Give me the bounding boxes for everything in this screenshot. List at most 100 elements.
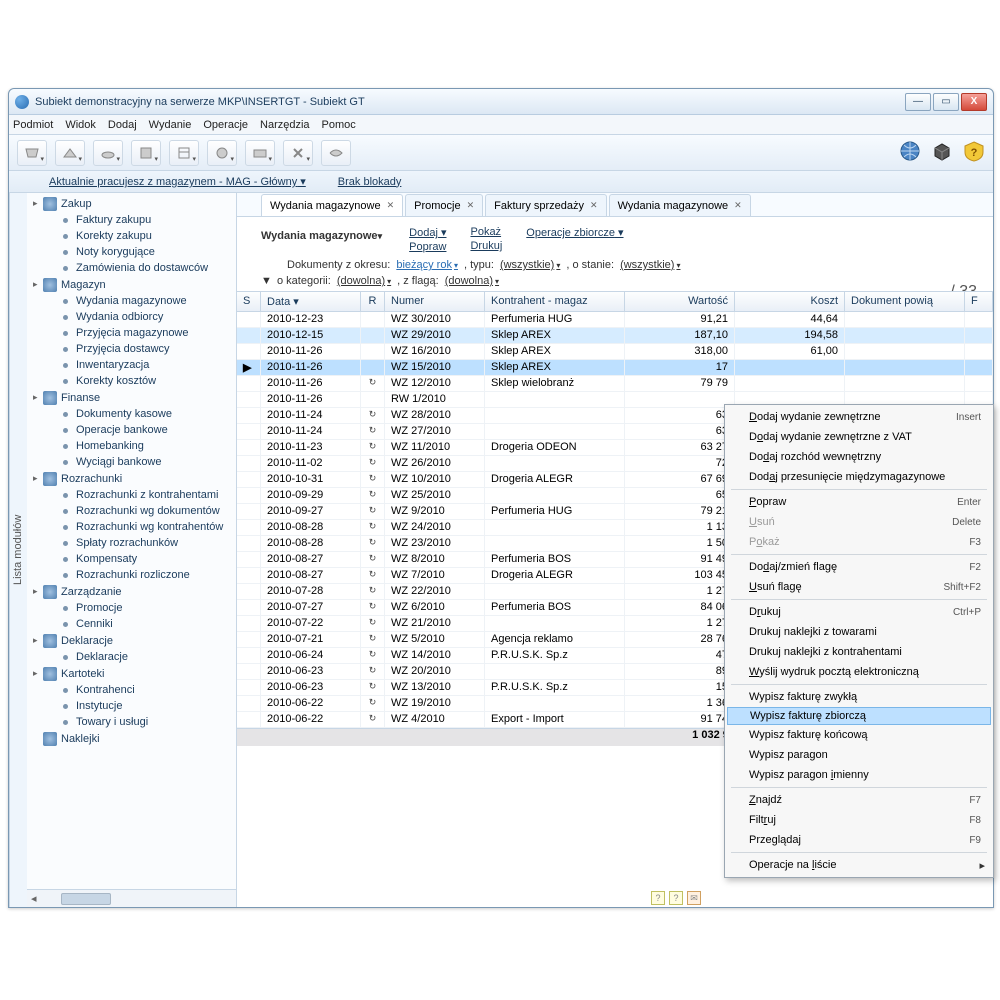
context-menu-item[interactable]: Dodaj wydanie zewnętrzneInsert [727,407,991,427]
context-menu-item[interactable]: DrukujCtrl+P [727,602,991,622]
context-menu-item[interactable]: Wypisz paragon [727,745,991,765]
tab-close-icon[interactable]: ✕ [387,200,395,211]
tree-item[interactable]: Rozrachunki z kontrahentami [29,487,236,503]
tree-item[interactable]: Promocje [29,600,236,616]
tab[interactable]: Faktury sprzedaży✕ [485,194,606,216]
status-icon-3[interactable]: ✉ [687,891,701,905]
menu-wydanie[interactable]: Wydanie [149,119,192,131]
menu-widok[interactable]: Widok [65,119,96,131]
tree-group[interactable]: ▸Rozrachunki [29,470,236,487]
status-icon-2[interactable]: ? [669,891,683,905]
toolbar-btn-5[interactable]: ▾ [169,140,199,166]
tree-item[interactable]: Noty korygujące [29,244,236,260]
tree-item[interactable]: Dokumenty kasowe [29,406,236,422]
tree-group[interactable]: ▸Kartoteki [29,665,236,682]
tree-item[interactable]: Wydania magazynowe [29,293,236,309]
tree-group[interactable]: ▸Finanse [29,389,236,406]
warehouse-link[interactable]: Aktualnie pracujesz z magazynem - MAG - … [49,175,306,188]
table-row[interactable]: 2010-12-15WZ 29/2010Sklep AREX187,10194,… [237,328,993,344]
status-icon-1[interactable]: ? [651,891,665,905]
cmd-popraw[interactable]: Popraw [409,241,446,253]
tree-item[interactable]: Cenniki [29,616,236,632]
tree-item[interactable]: Inwentaryzacja [29,357,236,373]
toolbar-btn-4[interactable]: ▾ [131,140,161,166]
toolbar-btn-6[interactable]: ▾ [207,140,237,166]
toolbar-btn-2[interactable]: ▾ [55,140,85,166]
tab[interactable]: Wydania magazynowe✕ [261,194,403,216]
context-menu-item[interactable]: Wyślij wydruk pocztą elektroniczną [727,662,991,682]
lock-link[interactable]: Brak blokady [338,176,402,188]
tab-close-icon[interactable]: ✕ [467,200,475,211]
context-menu-item[interactable]: Wypisz fakturę końcową [727,725,991,745]
menu-operacje[interactable]: Operacje [203,119,248,131]
tree-item[interactable]: Operacje bankowe [29,422,236,438]
tree-item[interactable]: Rozrachunki wg kontrahentów [29,519,236,535]
toolbar-btn-8[interactable]: ▾ [283,140,313,166]
tree-item[interactable]: Rozrachunki wg dokumentów [29,503,236,519]
tab-close-icon[interactable]: ✕ [734,200,742,211]
table-row[interactable]: 2010-11-26WZ 16/2010Sklep AREX318,0061,0… [237,344,993,360]
cmd-drukuj[interactable]: Drukuj [470,240,502,252]
tree-item[interactable]: Przyjęcia magazynowe [29,325,236,341]
menu-podmiot[interactable]: Podmiot [13,119,53,131]
context-menu-item[interactable]: Drukuj naklejki z towarami [727,622,991,642]
column-header[interactable]: S [237,292,261,311]
tree-item[interactable]: Faktury zakupu [29,212,236,228]
context-menu-item[interactable]: Drukuj naklejki z kontrahentami [727,642,991,662]
tab-close-icon[interactable]: ✕ [590,200,598,211]
toolbar-btn-3[interactable]: ▾ [93,140,123,166]
column-header[interactable]: Dokument powią [845,292,965,311]
tree-item[interactable]: Rozrachunki rozliczone [29,567,236,583]
context-menu-item[interactable]: Wypisz fakturę zwykłą [727,687,991,707]
help-icon[interactable]: ? [963,140,985,165]
context-menu[interactable]: Dodaj wydanie zewnętrzneInsertDodaj wyda… [724,404,994,878]
menu-narzędzia[interactable]: Narzędzia [260,119,310,131]
table-row[interactable]: ▶2010-11-26WZ 15/2010Sklep AREX17 [237,360,993,376]
table-row[interactable]: 2010-12-23WZ 30/2010Perfumeria HUG91,214… [237,312,993,328]
context-menu-item[interactable]: FiltrujF8 [727,810,991,830]
context-menu-item[interactable]: Dodaj/zmień flagęF2 [727,557,991,577]
tree-item[interactable]: Przyjęcia dostawcy [29,341,236,357]
toolbar-btn-9[interactable] [321,140,351,166]
tree-item[interactable]: Korekty kosztów [29,373,236,389]
tree-item[interactable]: Instytucje [29,698,236,714]
menu-pomoc[interactable]: Pomoc [322,119,356,131]
tree-item[interactable]: Kompensaty [29,551,236,567]
context-menu-item[interactable]: Wypisz fakturę zbiorczą [727,707,991,725]
maximize-button[interactable]: ▭ [933,93,959,111]
globe-icon[interactable] [899,140,921,165]
cmd-pokaz[interactable]: Pokaż [470,226,502,238]
side-tab-modules[interactable]: Lista modułów [9,193,27,907]
tree-group[interactable]: ▸Deklaracje [29,632,236,649]
grid-header[interactable]: SData ▾RNumerKontrahent - magazWartośćKo… [237,292,993,312]
column-header[interactable]: Wartość [625,292,735,311]
context-menu-item[interactable]: PrzeglądajF9 [727,830,991,850]
column-header[interactable]: Data ▾ [261,292,361,311]
tree-group[interactable]: ▸Zakup [29,195,236,212]
context-menu-item[interactable]: Dodaj wydanie zewnętrzne z VAT [727,427,991,447]
tree-item[interactable]: Homebanking [29,438,236,454]
tab[interactable]: Wydania magazynowe✕ [609,194,751,216]
tree-item[interactable]: Korekty zakupu [29,228,236,244]
cmd-dodaj[interactable]: Dodaj ▾ [409,226,446,239]
toolbar-btn-1[interactable]: ▾ [17,140,47,166]
toolbar-btn-7[interactable]: ▾ [245,140,275,166]
table-row[interactable]: 2010-11-26↻WZ 12/2010Sklep wielobranż79 … [237,376,993,392]
column-header[interactable]: R [361,292,385,311]
column-header[interactable]: Numer [385,292,485,311]
tree-item[interactable]: Kontrahenci [29,682,236,698]
tree-item[interactable]: Wyciągi bankowe [29,454,236,470]
context-menu-item[interactable]: Dodaj rozchód wewnętrzny [727,447,991,467]
column-header[interactable]: F [965,292,993,311]
minimize-button[interactable]: — [905,93,931,111]
filter-stan[interactable]: (wszystkie)▾ [620,259,680,271]
menu-dodaj[interactable]: Dodaj [108,119,137,131]
cube-icon[interactable] [931,140,953,165]
filter-flaga[interactable]: (dowolna)▾ [445,275,499,287]
tree-item[interactable]: Zamówienia do dostawców [29,260,236,276]
column-header[interactable]: Koszt [735,292,845,311]
tree-item[interactable]: Wydania odbiorcy [29,309,236,325]
tree-group[interactable]: Naklejki [29,730,236,747]
context-menu-item[interactable]: ZnajdźF7 [727,790,991,810]
tree-item[interactable]: Towary i usługi [29,714,236,730]
